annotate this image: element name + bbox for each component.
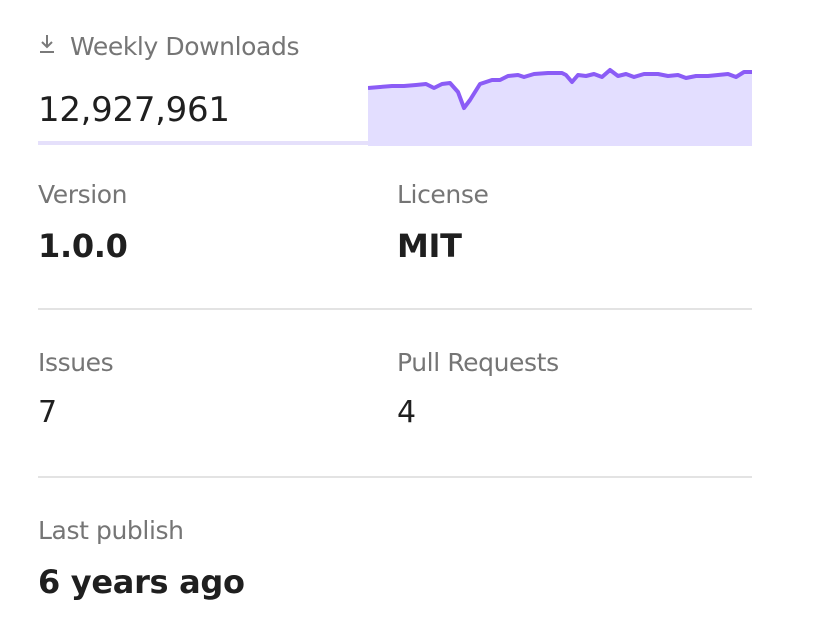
version-value: 1.0.0 bbox=[38, 227, 128, 265]
license-value: MIT bbox=[397, 227, 462, 265]
download-icon bbox=[38, 32, 56, 54]
last-publish-value: 6 years ago bbox=[38, 563, 245, 601]
divider bbox=[38, 476, 752, 478]
downloads-sparkline[interactable] bbox=[368, 62, 752, 146]
downloads-underline bbox=[38, 141, 368, 145]
stat-pull-requests: Pull Requests 4 bbox=[397, 348, 559, 430]
weekly-downloads-heading: Weekly Downloads bbox=[38, 26, 299, 66]
weekly-downloads-count: 12,927,961 bbox=[38, 90, 230, 130]
sparkline-area bbox=[368, 70, 752, 146]
stat-license: License MIT bbox=[397, 180, 489, 265]
version-label: Version bbox=[38, 180, 128, 209]
pull-requests-value[interactable]: 4 bbox=[397, 395, 559, 430]
stat-version: Version 1.0.0 bbox=[38, 180, 128, 265]
issues-label: Issues bbox=[38, 348, 114, 377]
pull-requests-label: Pull Requests bbox=[397, 348, 559, 377]
stat-last-publish: Last publish 6 years ago bbox=[38, 516, 245, 601]
stat-issues: Issues 7 bbox=[38, 348, 114, 430]
issues-value[interactable]: 7 bbox=[38, 395, 113, 430]
license-label: License bbox=[397, 180, 489, 209]
divider bbox=[38, 308, 752, 310]
last-publish-label: Last publish bbox=[38, 516, 184, 545]
weekly-downloads-label: Weekly Downloads bbox=[70, 31, 300, 61]
